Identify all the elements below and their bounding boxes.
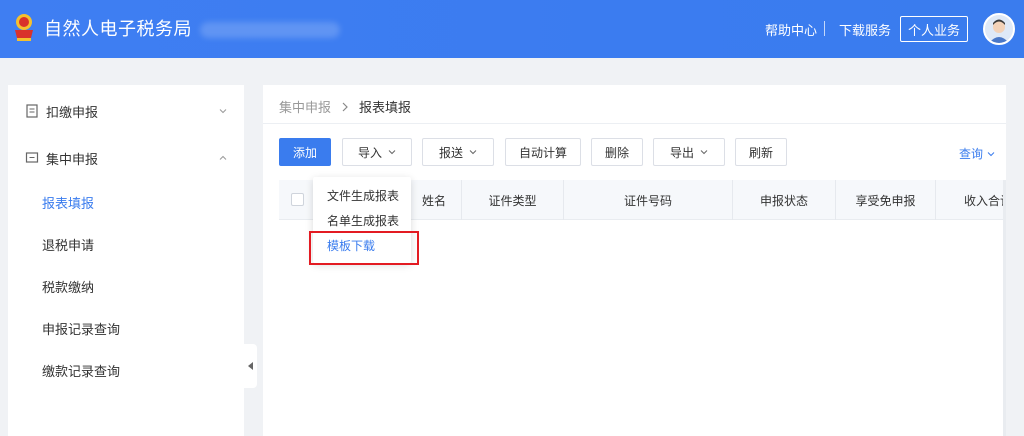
- auto-calculate-button[interactable]: 自动计算: [505, 138, 581, 166]
- import-button[interactable]: 导入: [342, 138, 412, 166]
- chevron-down-icon: [987, 151, 995, 156]
- column-header-id-type: 证件类型: [462, 180, 564, 220]
- select-all-checkbox[interactable]: [291, 193, 304, 206]
- add-button-label: 添加: [292, 145, 317, 160]
- sidebar: 扣缴申报 集中申报 报表填报 退税申请 税款缴纳 申报记录查询 缴款记录查询: [8, 85, 244, 436]
- blurred-username: [200, 22, 340, 38]
- chevron-up-icon: [219, 155, 227, 160]
- download-service-link[interactable]: 下载服务: [839, 20, 891, 39]
- chevron-down-icon: [219, 109, 227, 114]
- top-header: 自然人电子税务局 帮助中心 下载服务 个人业务: [0, 0, 1024, 58]
- sidebar-collapse-handle[interactable]: [244, 344, 257, 388]
- sidebar-item-report-fill[interactable]: 报表填报: [42, 193, 94, 212]
- document-icon: [26, 104, 38, 118]
- breadcrumb-parent[interactable]: 集中申报: [279, 97, 331, 116]
- sidebar-item-tax-payment[interactable]: 税款缴纳: [42, 277, 94, 296]
- chevron-down-icon: [700, 150, 708, 155]
- highlight-box: [309, 231, 419, 265]
- submit-button[interactable]: 报送: [422, 138, 494, 166]
- sidebar-group-label: 扣缴申报: [46, 105, 99, 121]
- sidebar-group-label: 集中申报: [46, 152, 99, 168]
- add-button[interactable]: 添加: [279, 138, 331, 166]
- sidebar-item-refund[interactable]: 退税申请: [42, 235, 94, 254]
- export-button-label: 导出: [669, 145, 694, 160]
- column-header-id-number: 证件号码: [564, 180, 733, 220]
- column-header-exempt: 享受免申报: [836, 180, 936, 220]
- export-button[interactable]: 导出: [653, 138, 725, 166]
- sidebar-item-payment-records[interactable]: 缴款记录查询: [42, 361, 120, 380]
- caret-left-icon: [247, 362, 253, 370]
- table-scroll-edge: [1003, 180, 1006, 436]
- monitor-icon: [25, 152, 39, 163]
- column-header-status: 申报状态: [733, 180, 836, 220]
- user-avatar-icon: [985, 15, 1013, 43]
- chevron-down-icon: [469, 150, 477, 155]
- breadcrumb: 集中申报 报表填报: [279, 97, 411, 116]
- column-header-income-total: 收入合计: [964, 193, 1006, 208]
- chevron-down-icon: [388, 150, 396, 155]
- tax-emblem-logo: [15, 14, 33, 41]
- breadcrumb-current: 报表填报: [359, 101, 412, 116]
- avatar[interactable]: [983, 13, 1015, 45]
- header-divider: [824, 21, 825, 36]
- submit-button-label: 报送: [438, 145, 463, 160]
- query-toggle[interactable]: 查询: [959, 145, 995, 162]
- sidebar-item-declaration-records[interactable]: 申报记录查询: [42, 319, 120, 338]
- sidebar-group-centralized[interactable]: 集中申报: [8, 137, 244, 179]
- query-label: 查询: [959, 147, 984, 161]
- chevron-right-icon: [342, 102, 348, 111]
- divider: [263, 123, 1006, 124]
- select-all-cell: [279, 180, 315, 220]
- auto-calculate-label: 自动计算: [518, 145, 567, 160]
- import-button-label: 导入: [357, 145, 382, 160]
- menu-item-file-generate[interactable]: 文件生成报表: [327, 187, 399, 204]
- help-center-link[interactable]: 帮助中心: [765, 20, 817, 39]
- delete-button[interactable]: 删除: [591, 138, 643, 166]
- refresh-button-label: 刷新: [748, 145, 773, 160]
- menu-item-list-generate[interactable]: 名单生成报表: [327, 212, 399, 229]
- app-title: 自然人电子税务局: [44, 19, 192, 40]
- delete-button-label: 删除: [604, 145, 629, 160]
- sidebar-group-withholding[interactable]: 扣缴申报: [8, 90, 244, 132]
- refresh-button[interactable]: 刷新: [735, 138, 787, 166]
- personal-business-button[interactable]: 个人业务: [900, 16, 968, 42]
